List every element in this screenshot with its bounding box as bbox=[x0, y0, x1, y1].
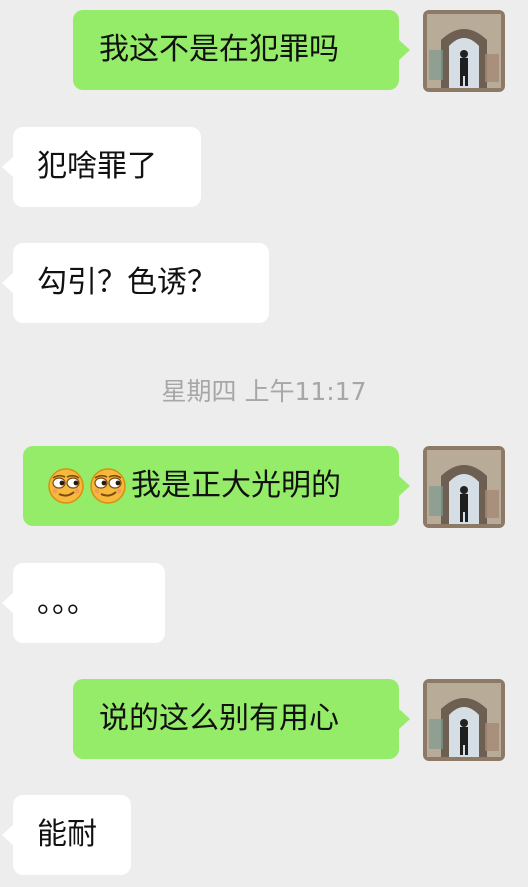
message-text: 犯啥罪了 bbox=[37, 149, 157, 184]
chat-timestamp: 星期四 上午11:17 bbox=[161, 377, 367, 406]
smirk-emoji-icon bbox=[47, 467, 85, 505]
message-bubble-incoming[interactable]: 能耐 bbox=[2, 795, 131, 875]
message-text: 说的这么别有用心 bbox=[99, 701, 339, 736]
avatar-image-icon bbox=[423, 446, 505, 528]
my-avatar[interactable] bbox=[423, 446, 505, 528]
message-bubble-outgoing[interactable]: 我是正大光明的 bbox=[23, 446, 410, 526]
message-text: 我这不是在犯罪吗 bbox=[99, 32, 339, 67]
message-bubble-outgoing[interactable]: 我这不是在犯罪吗 bbox=[73, 10, 410, 90]
avatar-image-icon bbox=[423, 679, 505, 761]
message-bubble-incoming[interactable]: 犯啥罪了 bbox=[2, 127, 201, 207]
smirk-emoji-icon bbox=[89, 467, 127, 505]
my-avatar[interactable] bbox=[423, 10, 505, 92]
message-text: 我是正大光明的 bbox=[131, 468, 341, 503]
my-avatar[interactable] bbox=[423, 679, 505, 761]
message-bubble-incoming[interactable]: 勾引？色诱？ bbox=[2, 243, 269, 323]
message-text: 勾引？色诱？ bbox=[37, 265, 217, 300]
message-text: 能耐 bbox=[37, 817, 97, 852]
message-bubble-incoming[interactable]: 。。。 bbox=[2, 563, 165, 643]
message-bubble-outgoing[interactable]: 说的这么别有用心 bbox=[73, 679, 410, 759]
avatar-image-icon bbox=[423, 10, 505, 92]
message-text: 。。。 bbox=[37, 585, 97, 620]
